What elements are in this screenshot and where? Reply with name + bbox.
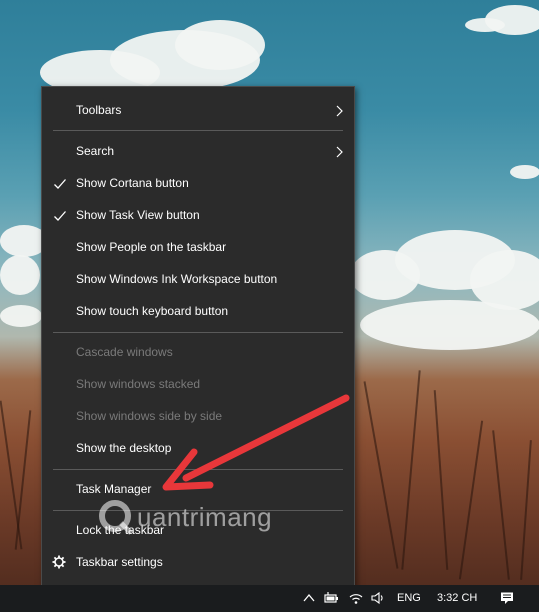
wheat-stalk	[520, 440, 532, 580]
menu-item-toolbars[interactable]: Toolbars	[42, 95, 354, 127]
menu-item-label: Taskbar settings	[76, 555, 163, 569]
menu-item-label: Show Task View button	[76, 208, 200, 222]
volume-icon[interactable]	[370, 591, 386, 605]
menu-separator	[53, 130, 343, 131]
menu-item-show-touch-keyboard[interactable]: Show touch keyboard button	[42, 296, 354, 328]
language-indicator[interactable]: ENG	[397, 592, 421, 604]
cloud	[0, 255, 40, 295]
clock[interactable]: 3:32 CH	[437, 592, 477, 604]
menu-item-show-windows-ink-workspace[interactable]: Show Windows Ink Workspace button	[42, 264, 354, 296]
menu-item-label: Show Windows Ink Workspace button	[76, 272, 278, 286]
gear-icon	[52, 555, 66, 569]
taskbar: ENG 3:32 CH	[0, 585, 539, 612]
cloud	[0, 305, 42, 327]
chevron-up-icon[interactable]	[301, 591, 317, 605]
menu-item-label: Search	[76, 144, 115, 158]
checkmark-icon	[54, 179, 66, 189]
menu-item-show-people[interactable]: Show People on the taskbar	[42, 232, 354, 264]
action-center-icon[interactable]	[499, 591, 515, 605]
wheat-stalk	[401, 370, 421, 570]
menu-item-search[interactable]: Search	[42, 136, 354, 168]
chevron-right-icon	[336, 105, 343, 117]
watermark-logo: uantrimang	[97, 498, 302, 538]
wifi-icon[interactable]	[348, 591, 364, 605]
cloud	[465, 18, 505, 32]
wheat-stalk	[0, 400, 23, 550]
red-arrow-annotation	[162, 394, 350, 491]
wheat-stalk	[492, 430, 510, 580]
cloud	[360, 300, 539, 350]
menu-item-label: Toolbars	[76, 103, 122, 117]
watermark-q-icon	[99, 500, 133, 535]
chevron-right-icon	[336, 146, 343, 158]
menu-item-show-task-view-button[interactable]: Show Task View button	[42, 200, 354, 232]
watermark-text: uantrimang	[137, 502, 273, 532]
menu-separator	[53, 332, 343, 333]
menu-item-label: Show touch keyboard button	[76, 304, 229, 318]
menu-item-cascade-windows: Cascade windows	[42, 337, 354, 369]
battery-icon[interactable]	[323, 591, 339, 605]
menu-item-taskbar-settings[interactable]: Taskbar settings	[42, 547, 354, 579]
menu-item-label: Show People on the taskbar	[76, 240, 227, 254]
menu-item-label: Cascade windows	[76, 345, 173, 359]
wheat-stalk	[363, 381, 399, 569]
menu-item-show-cortana-button[interactable]: Show Cortana button	[42, 168, 354, 200]
cloud	[510, 165, 539, 179]
menu-item-label: Task Manager	[76, 482, 152, 496]
wheat-stalk	[458, 420, 484, 580]
checkmark-icon	[54, 211, 66, 221]
wheat-stalk	[433, 390, 449, 570]
menu-item-label: Show Cortana button	[76, 176, 189, 190]
wheat-stalk	[14, 410, 32, 550]
cloud	[175, 20, 265, 70]
